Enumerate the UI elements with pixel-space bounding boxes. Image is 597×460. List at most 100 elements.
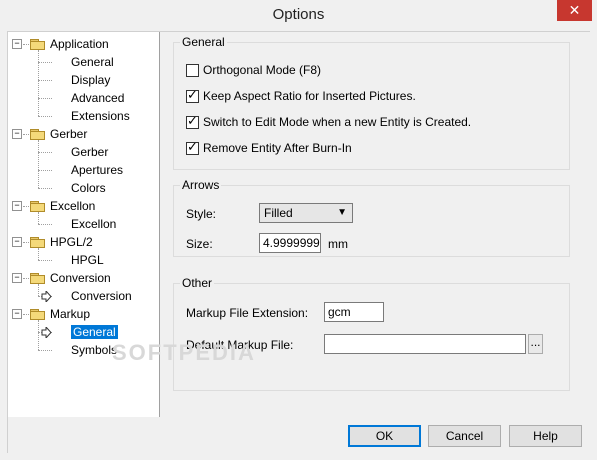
tree-item-hpgl-2[interactable]: HPGL/2 (50, 233, 93, 251)
tree-item-label: Symbols (71, 343, 118, 357)
ok-button[interactable]: OK (348, 425, 421, 447)
help-button[interactable]: Help (509, 425, 582, 447)
options-dialog: Options ✕ − Application General Display Adva… (0, 0, 597, 460)
tree-item-gerber-gerber[interactable]: Gerber (71, 143, 108, 161)
checkmark-icon: ✓ (187, 139, 198, 154)
tree-connector (38, 170, 52, 171)
style-select[interactable]: Filled ▼ (259, 203, 353, 223)
checkbox[interactable]: ✓ (186, 139, 199, 155)
checkmark-icon: ✓ (187, 113, 198, 128)
general-group-title: General (180, 35, 227, 49)
tree-connector (38, 320, 39, 350)
checkbox-label: Switch to Edit Mode when a new Entity is… (203, 115, 472, 129)
markup-extension-input[interactable]: gcm (324, 302, 384, 322)
folder-icon (30, 38, 46, 50)
tree-connector (38, 188, 52, 189)
folder-body (30, 41, 45, 50)
tree-item-application-advanced[interactable]: Advanced (71, 89, 124, 107)
tree-expander-application[interactable]: − (12, 39, 22, 49)
tree-connector (23, 314, 29, 315)
tree-item-label: Advanced (71, 91, 125, 105)
tree-item-label: General (71, 325, 118, 339)
size-input[interactable]: 4.99999999 (259, 233, 321, 253)
tree-item-label: Display (71, 73, 111, 87)
tree-item-excellon-excellon[interactable]: Excellon (71, 215, 116, 233)
tree-item-label: Conversion (71, 289, 132, 303)
folder-icon (30, 308, 46, 320)
tree-item-excellon[interactable]: Excellon (50, 197, 95, 215)
tree-expander-hpgl-2[interactable]: − (12, 237, 22, 247)
tree-expander-conversion[interactable]: − (12, 273, 22, 283)
arrow-right-icon (41, 291, 52, 302)
tree-item-application[interactable]: Application (50, 35, 109, 53)
tree-item-label: General (71, 55, 114, 69)
tree-item-conversion-conversion[interactable]: Conversion (71, 287, 132, 305)
window-title: Options (272, 6, 325, 23)
style-label: Style: (186, 207, 217, 221)
tree-expander-markup[interactable]: − (12, 309, 22, 319)
size-unit-label: mm (328, 237, 348, 251)
size-label: Size: (186, 237, 213, 251)
tree-connector (38, 98, 52, 99)
tree-item-gerber-apertures[interactable]: Apertures (71, 161, 123, 179)
chevron-down-icon: ▼ (337, 207, 347, 218)
folder-body (30, 311, 45, 320)
folder-icon (30, 128, 46, 140)
tree-item-label: Excellon (71, 217, 117, 231)
tree-item-label: HPGL (71, 253, 104, 267)
tree-item-markup[interactable]: Markup (50, 305, 90, 323)
other-group-title: Other (180, 276, 215, 290)
tree-item-application-display[interactable]: Display (71, 71, 110, 89)
tree-expander-gerber[interactable]: − (12, 129, 22, 139)
folder-body (30, 239, 45, 248)
tree-item-label: Apertures (71, 163, 124, 177)
tree-connector (38, 80, 52, 81)
button-bar (8, 417, 590, 453)
tree-connector (38, 152, 52, 153)
tree-connector (38, 116, 52, 117)
checkmark-icon: ✓ (187, 87, 198, 102)
tree-connector (38, 284, 39, 296)
checkbox-label: Remove Entity After Burn-In (203, 141, 352, 155)
tree-item-markup-general[interactable]: General (71, 323, 118, 341)
checkbox[interactable] (186, 64, 199, 77)
folder-icon (30, 200, 46, 212)
arrows-group-title: Arrows (180, 178, 222, 192)
tree-connector (38, 62, 52, 63)
tree-item-application-general[interactable]: General (71, 53, 114, 71)
tree-connector (23, 278, 29, 279)
arrows-group: Arrows (173, 178, 570, 257)
tree-item-conversion[interactable]: Conversion (50, 269, 111, 287)
checkbox[interactable]: ✓ (186, 113, 199, 129)
close-button[interactable]: ✕ (557, 0, 592, 21)
browse-button[interactable]: ... (528, 334, 543, 354)
folder-icon (30, 236, 46, 248)
tree-connector (23, 206, 29, 207)
default-markup-file-input[interactable] (324, 334, 526, 354)
checkbox-label: Orthogonal Mode (F8) (203, 63, 322, 77)
style-select-value: Filled (264, 206, 293, 220)
markup-extension-label: Markup File Extension: (186, 306, 309, 320)
tree-item-label: Colors (71, 181, 106, 195)
tree-connector (23, 242, 29, 243)
checkbox[interactable]: ✓ (186, 87, 199, 103)
folder-body (30, 203, 45, 212)
cancel-button[interactable]: Cancel (428, 425, 501, 447)
tree-item-gerber[interactable]: Gerber (50, 125, 87, 143)
title-bar: Options ✕ (0, 0, 597, 32)
tree-connector (23, 44, 29, 45)
tree-connector (38, 224, 52, 225)
tree-item-label: Gerber (71, 145, 109, 159)
tree-connector (38, 140, 39, 188)
tree-item-label: Extensions (71, 109, 130, 123)
tree-item-application-extensions[interactable]: Extensions (71, 107, 130, 125)
tree-connector (38, 260, 52, 261)
tree-connector (38, 212, 39, 224)
tree-item-hpgl-2-hpgl[interactable]: HPGL (71, 251, 104, 269)
tree-expander-excellon[interactable]: − (12, 201, 22, 211)
checkbox-label: Keep Aspect Ratio for Inserted Pictures. (203, 89, 416, 103)
tree-connector (38, 350, 52, 351)
tree-item-markup-symbols[interactable]: Symbols (71, 341, 117, 359)
tree-item-gerber-colors[interactable]: Colors (71, 179, 106, 197)
folder-body (30, 275, 45, 284)
